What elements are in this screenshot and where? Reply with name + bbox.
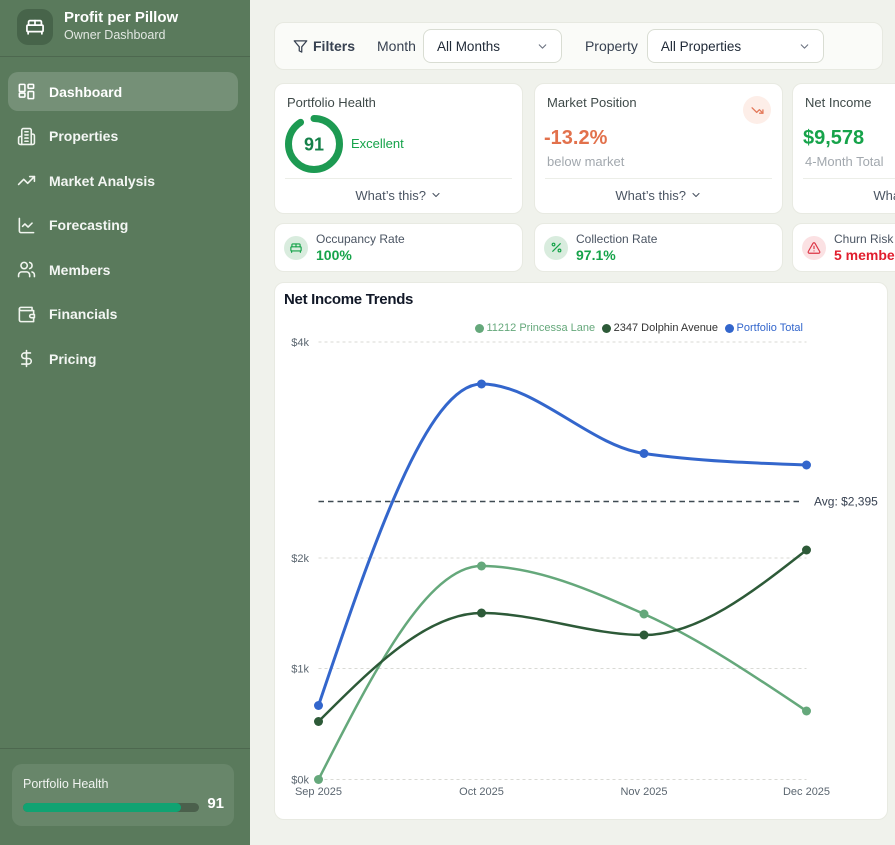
svg-text:$4k: $4k <box>291 337 309 349</box>
svg-text:Avg: $2,395: Avg: $2,395 <box>814 495 878 509</box>
svg-text:91: 91 <box>304 135 324 155</box>
svg-text:Oct 2025: Oct 2025 <box>459 786 504 798</box>
svg-text:$0k: $0k <box>291 775 309 787</box>
svg-text:Dec 2025: Dec 2025 <box>783 786 830 798</box>
svg-text:$1k: $1k <box>291 664 309 676</box>
svg-text:$2k: $2k <box>291 553 309 565</box>
svg-text:Nov 2025: Nov 2025 <box>620 786 667 798</box>
svg-text:Sep 2025: Sep 2025 <box>295 786 342 798</box>
